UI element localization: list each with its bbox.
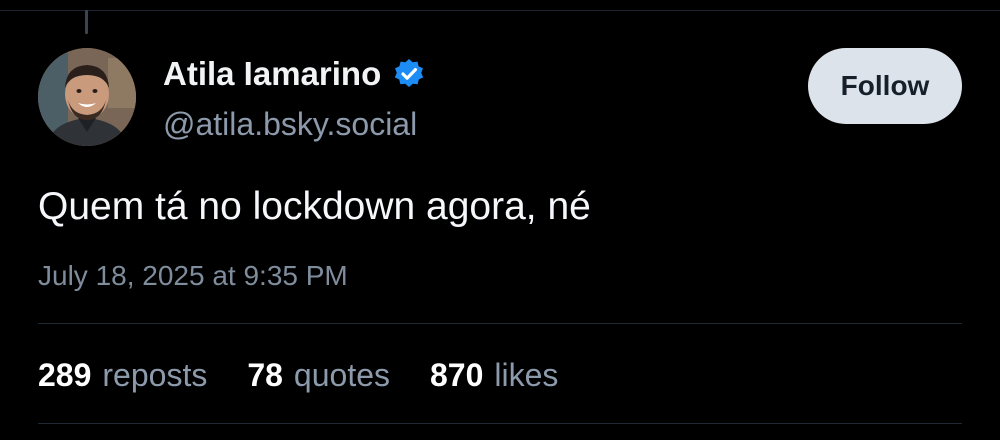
follow-button[interactable]: Follow	[808, 48, 962, 124]
thread-line	[85, 10, 88, 34]
verified-badge-icon	[393, 58, 425, 90]
likes-count: 870	[430, 357, 484, 393]
divider	[38, 423, 962, 424]
likes-label: likes	[494, 357, 559, 393]
post-timestamp: July 18, 2025 at 9:35 PM	[38, 260, 348, 291]
author-name[interactable]: Atila Iamarino	[163, 54, 425, 94]
top-border	[0, 10, 1000, 11]
reposts-count: 289	[38, 357, 92, 393]
reposts-label: reposts	[102, 357, 208, 393]
profile-photo-icon	[38, 48, 136, 146]
author-display-name[interactable]: Atila Iamarino	[163, 54, 381, 94]
quotes-count: 78	[247, 357, 283, 393]
avatar[interactable]	[38, 48, 136, 146]
quotes-label: quotes	[293, 357, 390, 393]
post-text: Quem tá no lockdown agora, né	[38, 185, 591, 228]
post-stats: 289 reposts 78 quotes 870 likes	[38, 355, 598, 395]
likes-stat[interactable]: 870 likes	[430, 355, 558, 395]
author-handle[interactable]: @atila.bsky.social	[163, 104, 417, 144]
quotes-stat[interactable]: 78 quotes	[247, 355, 390, 395]
reposts-stat[interactable]: 289 reposts	[38, 355, 207, 395]
divider	[38, 323, 962, 324]
